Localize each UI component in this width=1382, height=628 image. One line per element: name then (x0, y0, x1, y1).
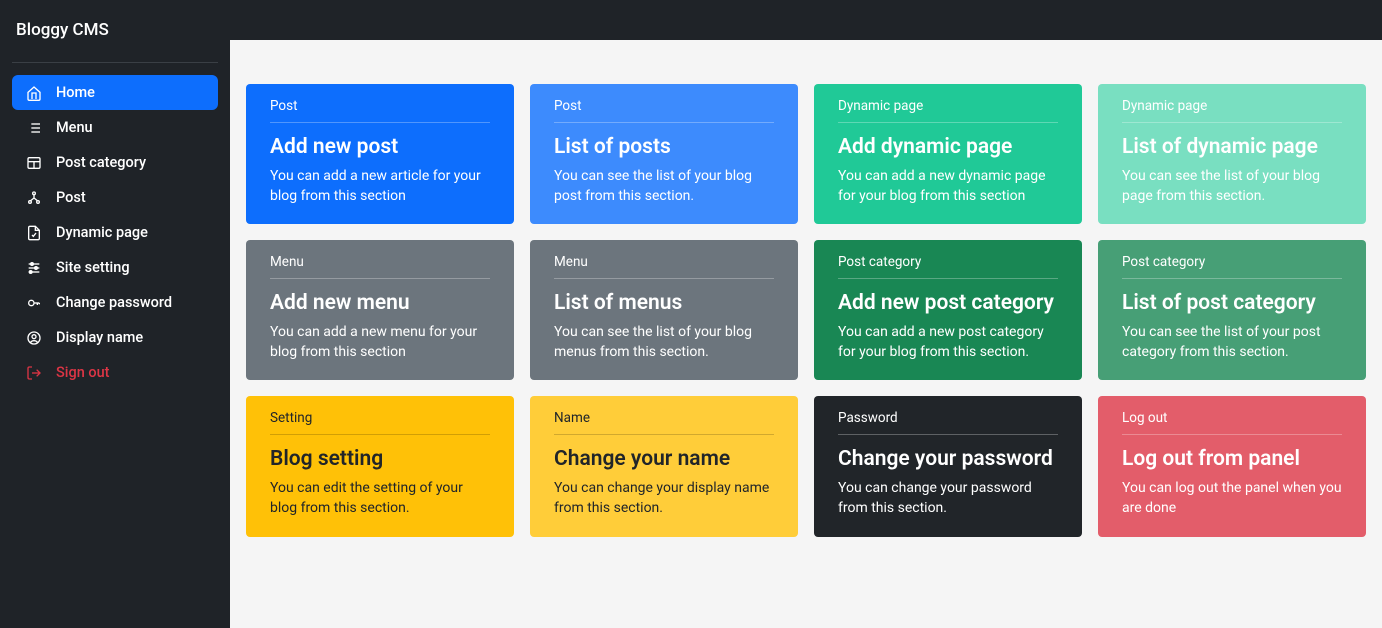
card-1[interactable]: Post List of posts You can see the list of… (530, 84, 798, 224)
card-title: Change your name (554, 447, 774, 471)
card-title: Add new post (270, 135, 490, 159)
signout-icon (26, 365, 42, 381)
card-category: Post category (838, 254, 1058, 279)
card-category: Post (270, 98, 490, 123)
card-category: Password (838, 410, 1058, 435)
card-title: List of dynamic page (1122, 135, 1342, 159)
card-category: Dynamic page (1122, 98, 1342, 123)
sidebar-item-label: Post category (56, 154, 146, 171)
sidebar-item-label: Display name (56, 329, 143, 346)
card-category: Name (554, 410, 774, 435)
card-desc: You can see the list of your blog page f… (1122, 167, 1342, 206)
sidebar-item-sign-out[interactable]: Sign out (12, 355, 218, 390)
card-desc: You can add a new menu for your blog fro… (270, 323, 490, 362)
card-title: List of menus (554, 291, 774, 315)
card-desc: You can add a new article for your blog … (270, 167, 490, 206)
card-category: Post category (1122, 254, 1342, 279)
sidebar-item-site-setting[interactable]: Site setting (12, 250, 218, 285)
card-desc: You can see the list of your blog menus … (554, 323, 774, 362)
card-7[interactable]: Post category List of post category You ca… (1098, 240, 1366, 380)
card-desc: You can change your display name from th… (554, 479, 774, 518)
sidebar-item-display-name[interactable]: Display name (12, 320, 218, 355)
card-category: Dynamic page (838, 98, 1058, 123)
card-desc: You can add a new dynamic page for your … (838, 167, 1058, 206)
card-6[interactable]: Post category Add new post category You ca… (814, 240, 1082, 380)
home-icon (26, 85, 42, 101)
sliders-icon (26, 260, 42, 276)
file-check-icon (26, 225, 42, 241)
sidebar-item-post[interactable]: Post (12, 180, 218, 215)
main-content: Post Add new post You can add a new articl… (230, 0, 1382, 553)
user-circle-icon (26, 330, 42, 346)
card-3[interactable]: Dynamic page List of dynamic page You can … (1098, 84, 1366, 224)
card-title: List of post category (1122, 291, 1342, 315)
card-title: List of posts (554, 135, 774, 159)
card-desc: You can change your password from this s… (838, 479, 1058, 518)
topbar (230, 0, 1382, 40)
card-category: Menu (554, 254, 774, 279)
card-title: Add new menu (270, 291, 490, 315)
card-category: Menu (270, 254, 490, 279)
sidebar: Bloggy CMS Home Menu Post category Post … (0, 0, 230, 628)
card-category: Post (554, 98, 774, 123)
sidebar-item-label: Menu (56, 119, 93, 136)
sidebar-item-change-password[interactable]: Change password (12, 285, 218, 320)
sidebar-item-label: Sign out (56, 364, 110, 381)
layout-icon (26, 155, 42, 171)
sidebar-item-label: Home (56, 84, 95, 101)
sidebar-item-post-category[interactable]: Post category (12, 145, 218, 180)
card-0[interactable]: Post Add new post You can add a new articl… (246, 84, 514, 224)
sidebar-item-home[interactable]: Home (12, 75, 218, 110)
card-desc: You can add a new post category for your… (838, 323, 1058, 362)
card-2[interactable]: Dynamic page Add dynamic page You can add … (814, 84, 1082, 224)
card-title: Change your password (838, 447, 1058, 471)
card-5[interactable]: Menu List of menus You can see the list of… (530, 240, 798, 380)
key-icon (26, 295, 42, 311)
sidebar-item-label: Site setting (56, 259, 130, 276)
card-desc: You can edit the setting of your blog fr… (270, 479, 490, 518)
divider (12, 62, 218, 63)
card-11[interactable]: Log out Log out from panel You can log out… (1098, 396, 1366, 536)
card-title: Blog setting (270, 447, 490, 471)
card-desc: You can see the list of your blog post f… (554, 167, 774, 206)
card-4[interactable]: Menu Add new menu You can add a new menu f… (246, 240, 514, 380)
card-desc: You can see the list of your post catego… (1122, 323, 1342, 362)
brand-title: Bloggy CMS (12, 16, 218, 56)
card-title: Log out from panel (1122, 447, 1342, 471)
card-9[interactable]: Name Change your name You can change your … (530, 396, 798, 536)
sidebar-nav: Home Menu Post category Post Dynamic pag… (12, 75, 218, 390)
card-desc: You can log out the panel when you are d… (1122, 479, 1342, 518)
sidebar-item-label: Change password (56, 294, 172, 311)
card-category: Setting (270, 410, 490, 435)
sidebar-item-dynamic-page[interactable]: Dynamic page (12, 215, 218, 250)
sidebar-item-label: Dynamic page (56, 224, 148, 241)
card-10[interactable]: Password Change your password You can chan… (814, 396, 1082, 536)
card-8[interactable]: Setting Blog setting You can edit the sett… (246, 396, 514, 536)
list-icon (26, 120, 42, 136)
card-title: Add new post category (838, 291, 1058, 315)
sidebar-item-label: Post (56, 189, 86, 206)
cards-grid: Post Add new post You can add a new articl… (246, 84, 1366, 537)
sidebar-item-menu[interactable]: Menu (12, 110, 218, 145)
nodes-icon (26, 190, 42, 206)
card-title: Add dynamic page (838, 135, 1058, 159)
card-category: Log out (1122, 410, 1342, 435)
